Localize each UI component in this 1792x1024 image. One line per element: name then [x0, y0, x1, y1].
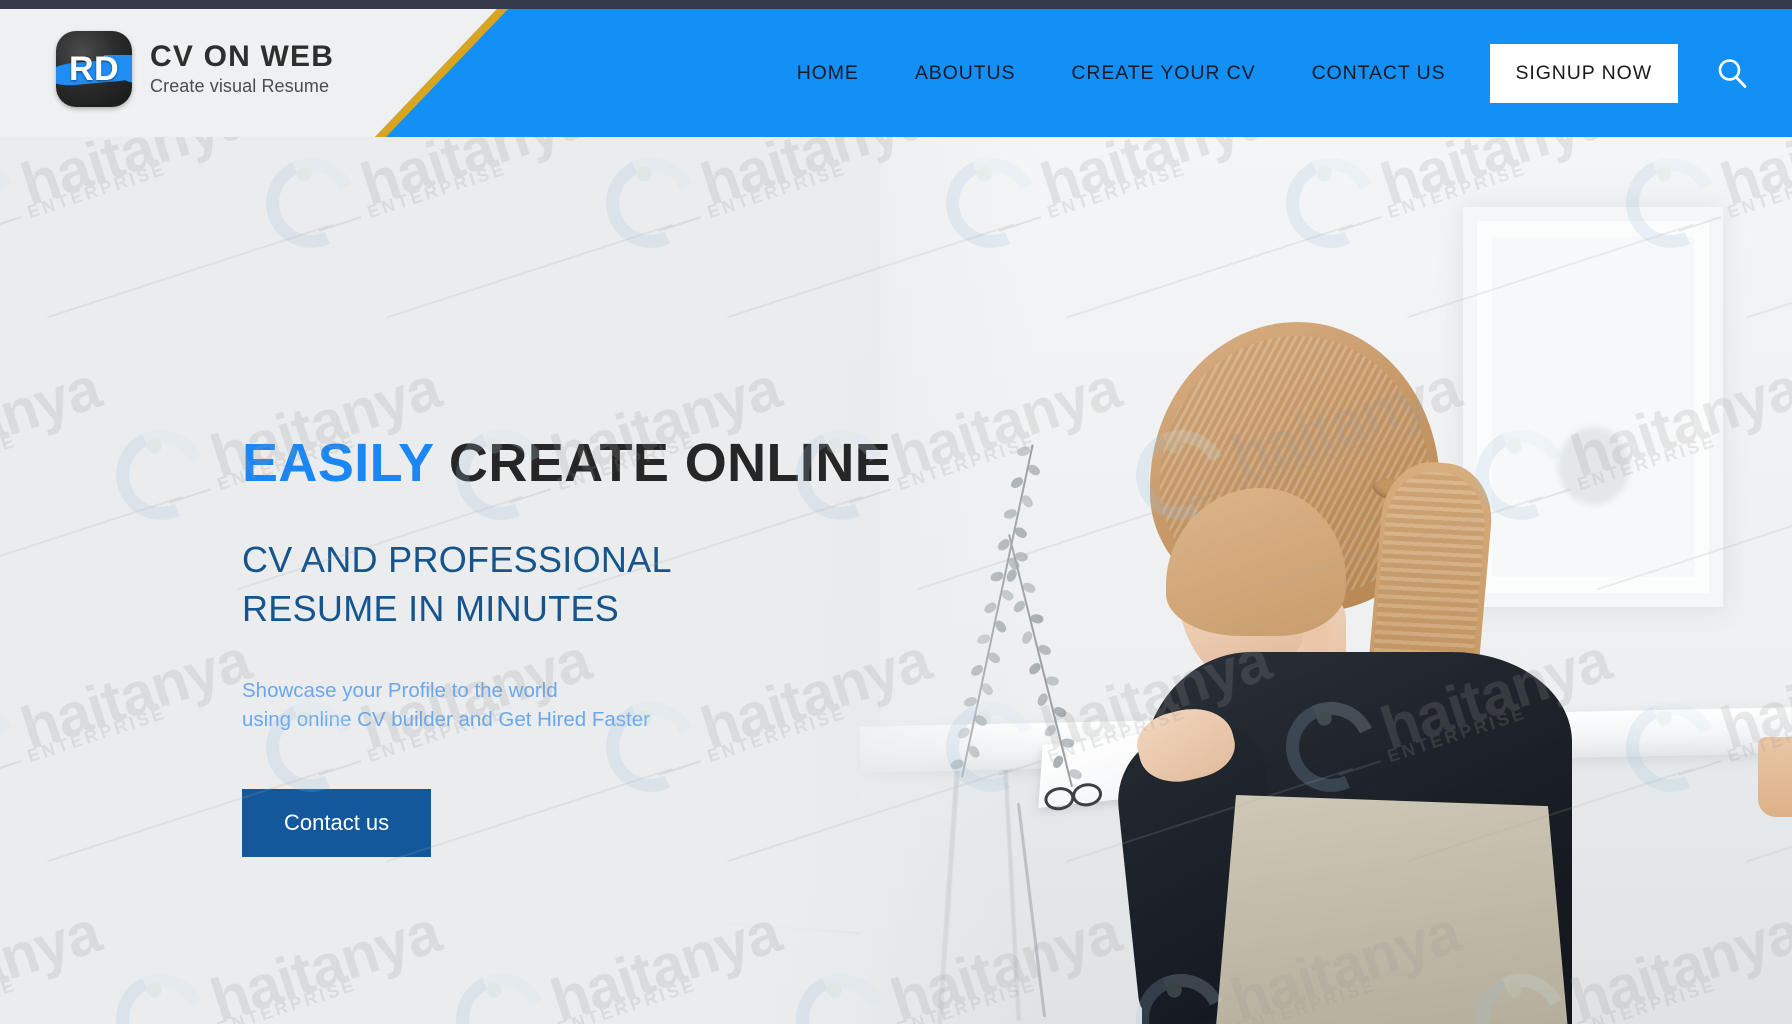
nav-item-contact-us[interactable]: CONTACT US — [1284, 62, 1474, 85]
rd-monogram-icon: RD — [56, 31, 132, 107]
nav-item-create-your-cv[interactable]: CREATE YOUR CV — [1043, 62, 1283, 85]
photo-side-plant-vase — [1758, 737, 1792, 817]
logo-monogram-text: RD — [68, 49, 120, 88]
brand-tagline: Create visual Resume — [150, 75, 330, 96]
photo-chair-highlight — [1202, 793, 1582, 1024]
nav-item-home[interactable]: HOME — [769, 62, 887, 85]
top-accent-bar — [0, 0, 1792, 9]
hero-lede-line-2: using online CV builder and Get Hired Fa… — [242, 708, 650, 732]
hero-copy: EASILY CREATE ONLINE CV AND PROFESSIONAL… — [242, 435, 1002, 857]
main-navigation: HOME ABOUTUS CREATE YOUR CV CONTACT US S… — [769, 9, 1792, 137]
hero-headline-highlight: EASILY — [242, 433, 434, 493]
nav-item-aboutus[interactable]: ABOUTUS — [887, 62, 1044, 85]
hero-subheadline-line-2: RESUME IN MINUTES — [242, 587, 620, 629]
hero-lede-line-1: Showcase your Profile to the world — [242, 678, 558, 702]
logo-wordmark: CV ON WEB Create visual Resume — [150, 41, 334, 97]
site-logo[interactable]: RD CV ON WEB Create visual Resume — [56, 31, 334, 107]
contact-us-button[interactable]: Contact us — [242, 788, 432, 857]
brand-name: CV ON WEB — [150, 40, 335, 74]
hero-subheadline-line-1: CV AND PROFESSIONAL — [242, 538, 672, 580]
search-icon[interactable] — [1712, 53, 1752, 93]
page-root: RD CV ON WEB Create visual Resume HOME A… — [0, 0, 1792, 1024]
hero-headline-rest: CREATE ONLINE — [448, 433, 892, 493]
hero-headline: EASILY CREATE ONLINE — [242, 435, 1002, 492]
hero-subheadline: CV AND PROFESSIONAL RESUME IN MINUTES — [242, 536, 1002, 634]
hero-lede: Showcase your Profile to the world using… — [242, 676, 1002, 735]
hero-section: EASILY CREATE ONLINE CV AND PROFESSIONAL… — [0, 137, 1792, 1024]
signup-now-button[interactable]: SIGNUP NOW — [1489, 43, 1678, 103]
